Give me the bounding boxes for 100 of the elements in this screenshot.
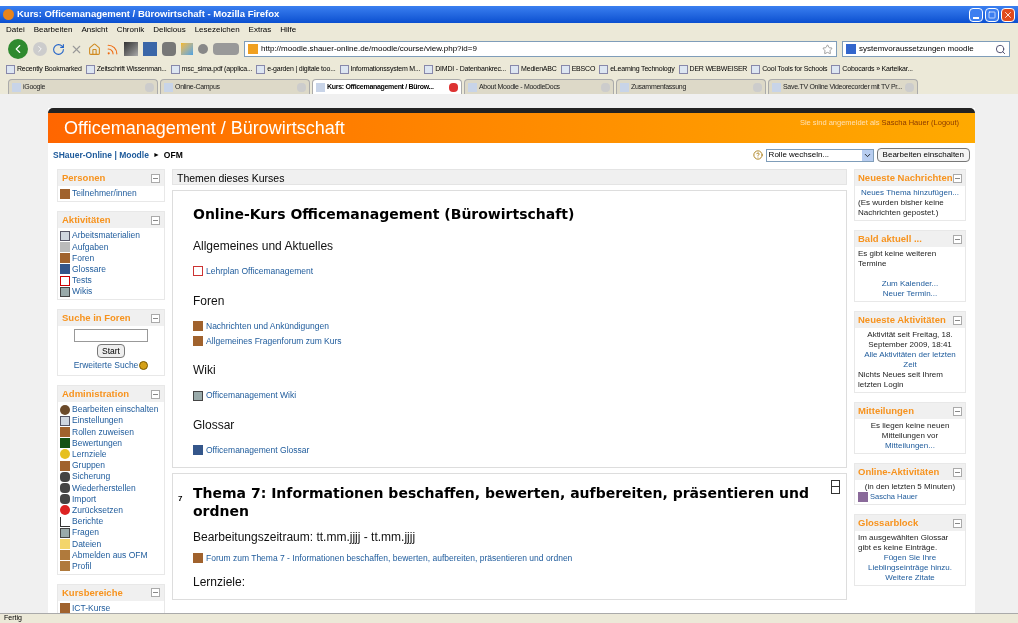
help-icon[interactable]	[139, 361, 149, 371]
block-link[interactable]: Zum Kalender...	[858, 279, 962, 289]
activity-link[interactable]: Officemanagement Wiki	[206, 389, 297, 402]
breadcrumb-link[interactable]: SHauer-Online | Moodle	[53, 148, 149, 162]
activity-link[interactable]: Forum zum Thema 7 - Informationen beschaffen, bewerten, aufbereiten, präsentieren und ordnen	[206, 551, 573, 565]
block-link[interactable]: Bewertungen	[72, 436, 123, 450]
search-field[interactable]	[74, 329, 148, 343]
site-title: Officemanagement / Bürowirtschaft	[64, 116, 345, 140]
collapse-icon[interactable]	[953, 234, 962, 244]
restore-button[interactable]	[985, 7, 999, 22]
block-link[interactable]: Abmelden aus OFM	[72, 548, 148, 562]
block-link[interactable]: Zurücksetzen	[72, 503, 124, 517]
block-link[interactable]: Neuer Termin...	[858, 289, 962, 299]
search-engine-icon	[846, 44, 856, 54]
block-link[interactable]: Aufgaben	[72, 240, 109, 254]
section-title: Online-Kurs Officemanagement (Bürowirtschaft)	[193, 205, 576, 223]
start-button[interactable]: Start	[97, 344, 125, 359]
bookmark-icon	[85, 65, 95, 74]
collapse-icon[interactable]	[953, 467, 962, 477]
menu-item[interactable]: Ansicht	[81, 23, 108, 36]
block-link[interactable]: Lernziele	[72, 448, 107, 461]
block-link[interactable]: Einstellungen	[72, 414, 124, 428]
block-link[interactable]: Mitteilungen...	[858, 441, 962, 451]
toggle-icon[interactable]	[831, 479, 840, 494]
home-icon[interactable]	[88, 42, 101, 56]
block-link[interactable]: Wiederherstellen	[72, 481, 136, 495]
group-heading: Allgemeines und Aktuelles	[193, 239, 335, 253]
collapse-icon[interactable]	[953, 518, 962, 528]
close-button[interactable]	[1001, 7, 1015, 22]
search-icon[interactable]	[995, 43, 1006, 55]
block-link[interactable]: Neues Thema hinzufügen...	[858, 188, 962, 198]
block-link[interactable]: Gruppen	[72, 459, 106, 472]
help-icon[interactable]	[752, 150, 763, 160]
address-field[interactable]: http://moodle.shauer-online.de/moodle/course/view.php?id=9	[244, 41, 837, 57]
collapse-icon[interactable]	[953, 406, 962, 416]
block-link[interactable]: Import	[72, 492, 97, 506]
block-link[interactable]: Arbeitsmaterialien	[72, 229, 141, 243]
toolbar-icon[interactable]	[213, 43, 239, 55]
bookmark-icon	[678, 65, 688, 74]
activity-link[interactable]: Officemanagement Glossar	[206, 444, 310, 457]
menu-item[interactable]: Lesezeichen	[194, 23, 240, 36]
block-link[interactable]: Fragen	[72, 526, 99, 540]
block-link[interactable]: Glossare	[72, 262, 106, 276]
collapse-icon[interactable]	[953, 315, 962, 325]
activity-link[interactable]: Allgemeines Fragenforum zum Kurs	[206, 334, 342, 348]
toolbar-icon[interactable]	[162, 42, 176, 56]
block-text: Es gibt keine weiteren Termine	[858, 249, 938, 269]
bookmark-icon	[256, 65, 266, 74]
web-search-field[interactable]: systemvoraussetzungen moodle	[842, 41, 1010, 57]
toolbar-icon[interactable]	[124, 42, 138, 56]
block-link[interactable]: Sicherung	[72, 470, 111, 484]
collapse-icon[interactable]	[151, 389, 160, 399]
tab-close-icon[interactable]	[449, 82, 458, 92]
block-link[interactable]: Foren	[72, 251, 95, 265]
block-text: Nichts Neues seit Ihrem letzten Login	[858, 370, 944, 390]
menu-item[interactable]: Chronik	[116, 23, 145, 36]
feed-icon[interactable]	[106, 42, 119, 56]
role-select[interactable]: Rolle wechseln...	[765, 148, 874, 162]
reload-icon[interactable]	[52, 42, 65, 56]
bookmark-star-icon[interactable]	[822, 43, 833, 55]
minimize-button[interactable]	[969, 7, 983, 22]
block-link[interactable]: Dateien	[72, 537, 102, 551]
block-text: (Es wurden bisher keine Nachrichten gepostet.)	[858, 198, 945, 218]
menu-item[interactable]: Bearbeiten	[33, 23, 73, 36]
group-heading: Foren	[193, 293, 226, 308]
menu-item[interactable]: Extras	[248, 23, 272, 36]
avatar-icon	[858, 492, 868, 502]
back-button[interactable]	[8, 39, 28, 59]
edit-mode-button[interactable]: Bearbeiten einschalten	[876, 148, 970, 162]
collapse-icon[interactable]	[151, 313, 160, 323]
menu-item[interactable]: Delicious	[153, 23, 186, 36]
advanced-search-link[interactable]: Erweiterte Suche	[73, 359, 139, 373]
block-link[interactable]: Weitere Zitate	[858, 573, 962, 583]
menu-item[interactable]: Hilfe	[280, 23, 297, 36]
breadcrumb-link[interactable]: OFM	[163, 148, 183, 162]
block-link[interactable]: Fügen Sie Ihre Lieblingseinträge hinzu.	[858, 553, 962, 573]
toolbar-icon[interactable]	[198, 44, 208, 54]
tab-site-icon	[620, 82, 629, 92]
tab-site-icon	[164, 82, 173, 92]
collapse-icon[interactable]	[151, 215, 160, 225]
activity-link[interactable]: Nachrichten und Ankündigungen	[206, 319, 329, 333]
block-link[interactable]: Tests	[72, 274, 92, 287]
block-link[interactable]: Wikis	[72, 285, 93, 299]
activity-link[interactable]: Lehrplan Officemanagement	[206, 265, 314, 278]
block-title: Suche in Foren	[62, 311, 131, 326]
block-link[interactable]: Alle Aktivitäten der letzten Zeit	[858, 350, 962, 370]
block-link[interactable]: Bearbeiten einschalten	[72, 403, 159, 417]
collapse-icon[interactable]	[151, 588, 160, 598]
block-link[interactable]: ICT-Kurse	[72, 602, 111, 613]
collapse-icon[interactable]	[151, 173, 160, 183]
collapse-icon[interactable]	[953, 173, 962, 183]
block-link[interactable]: Berichte	[72, 515, 104, 528]
block-link[interactable]: Rollen zuweisen	[72, 425, 134, 439]
bookmark-icon	[424, 65, 434, 74]
site-icon	[248, 44, 258, 54]
block-link[interactable]: Teilnehmer/innen	[72, 187, 137, 200]
menu-item[interactable]: Datei	[6, 23, 25, 36]
block-title: Aktivitäten	[62, 213, 111, 228]
block-link[interactable]: Profil	[72, 559, 92, 573]
block-text: Im ausgewählten Glossar gibt es keine Einträge.	[858, 533, 950, 553]
